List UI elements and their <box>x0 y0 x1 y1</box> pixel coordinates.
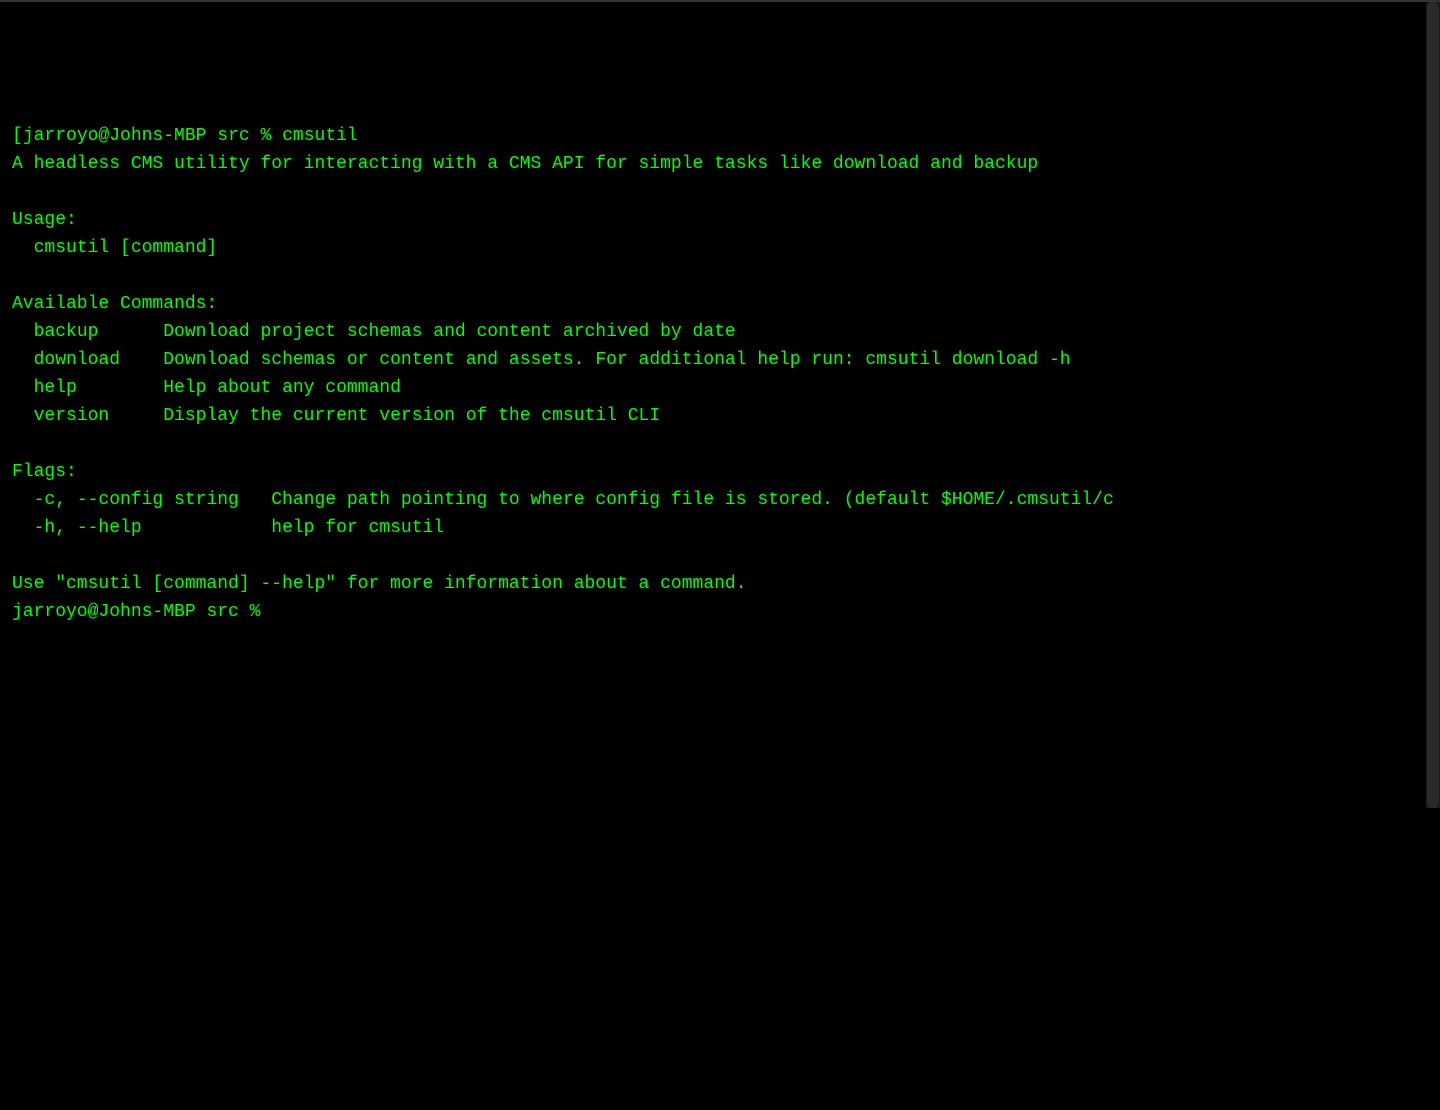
usage-header: Usage: <box>12 210 77 230</box>
usage-line: cmsutil [command] <box>12 238 217 258</box>
prompt-path: src <box>206 602 238 622</box>
command-name: download <box>34 350 120 370</box>
command-desc: Download project schemas and content arc… <box>163 322 736 342</box>
command-name: version <box>34 406 110 426</box>
command-input: cmsutil <box>282 126 358 146</box>
prompt-path: src <box>217 126 249 146</box>
command-desc: Help about any command <box>163 378 401 398</box>
prompt-user-host: jarroyo@Johns-MBP <box>12 602 196 622</box>
flag-desc: Change path pointing to where config fil… <box>271 490 1114 510</box>
cli-description: A headless CMS utility for interacting w… <box>12 154 1038 174</box>
flag-name: -c, --config string <box>34 490 239 510</box>
scrollbar-track[interactable] <box>1426 2 1440 808</box>
prompt-symbol: % <box>250 602 261 622</box>
commands-header: Available Commands: <box>12 294 217 314</box>
footer-help: Use "cmsutil [command] --help" for more … <box>12 574 747 594</box>
terminal-output[interactable]: [jarroyo@Johns-MBP src % cmsutil A headl… <box>12 122 1428 914</box>
flag-name: -h, --help <box>34 518 142 538</box>
flag-desc: help for cmsutil <box>271 518 444 538</box>
command-desc: Download schemas or content and assets. … <box>163 350 1070 370</box>
command-name: help <box>34 378 77 398</box>
prompt-user-host: jarroyo@Johns-MBP <box>23 126 207 146</box>
command-name: backup <box>34 322 99 342</box>
command-desc: Display the current version of the cmsut… <box>163 406 660 426</box>
flags-header: Flags: <box>12 462 77 482</box>
scrollbar-thumb[interactable] <box>1427 2 1439 808</box>
prompt-bracket: [ <box>12 126 23 146</box>
prompt-symbol: % <box>260 126 271 146</box>
